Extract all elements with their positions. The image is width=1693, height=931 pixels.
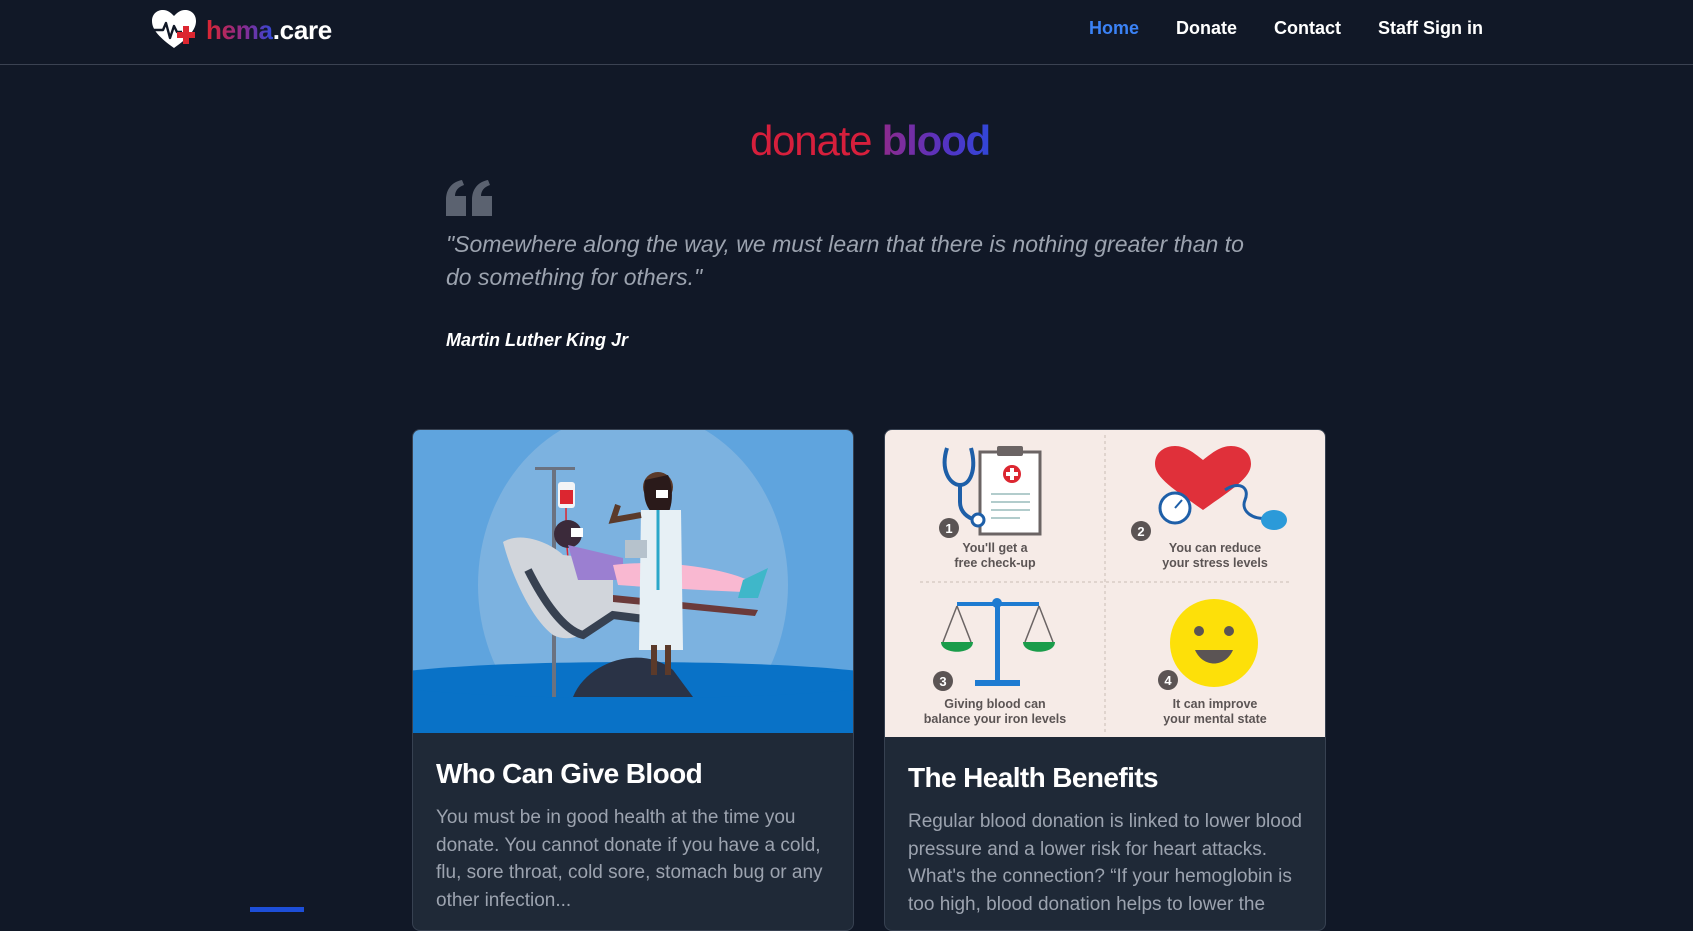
quote-mark-icon bbox=[446, 180, 492, 216]
blood-donation-illustration bbox=[413, 430, 853, 733]
benefit-label: your stress levels bbox=[1162, 556, 1268, 570]
card-who-can-give-blood[interactable]: Who Can Give Blood You must be in good h… bbox=[412, 429, 854, 931]
benefit-label: Giving blood can bbox=[944, 697, 1045, 711]
benefit-number: 1 bbox=[945, 521, 952, 536]
benefit-label: You can reduce bbox=[1169, 541, 1261, 555]
brand-name: hema.care bbox=[206, 14, 332, 45]
card-description: You must be in good health at the time y… bbox=[436, 807, 823, 911]
nav-staff-sign-in-link[interactable]: Staff Sign in bbox=[1378, 18, 1483, 39]
quote-author: Martin Luther King Jr bbox=[446, 330, 629, 350]
card-title: The Health Benefits bbox=[908, 762, 1159, 793]
heart-pulse-logo-icon bbox=[152, 10, 196, 48]
hero-title: donate blood bbox=[749, 117, 991, 164]
nav-contact-link[interactable]: Contact bbox=[1274, 18, 1341, 39]
benefit-label: You'll get a bbox=[962, 541, 1028, 555]
card-title: Who Can Give Blood bbox=[436, 758, 703, 789]
health-benefits-infographic: 1 You'll get a free check-up 2 You can r… bbox=[885, 430, 1325, 737]
benefit-label: It can improve bbox=[1173, 697, 1258, 711]
benefit-number: 2 bbox=[1137, 524, 1144, 539]
bottom-accent-bar bbox=[250, 907, 304, 912]
navbar: hema.care Home Donate Contact Staff Sign… bbox=[0, 0, 1693, 65]
card-description: Regular blood donation is linked to lowe… bbox=[908, 811, 1302, 915]
card-health-benefits[interactable]: 1 You'll get a free check-up 2 You can r… bbox=[884, 429, 1326, 931]
benefit-number: 3 bbox=[939, 674, 946, 689]
nav-donate-link[interactable]: Donate bbox=[1176, 18, 1237, 39]
nav-home-link[interactable]: Home bbox=[1089, 18, 1139, 39]
benefit-label: balance your iron levels bbox=[924, 712, 1066, 726]
benefit-label: free check-up bbox=[954, 556, 1036, 570]
benefit-number: 4 bbox=[1164, 673, 1172, 688]
benefit-label: your mental state bbox=[1163, 712, 1267, 726]
hero-quote: "Somewhere along the way, we must learn … bbox=[446, 231, 1244, 290]
main-nav: Home Donate Contact Staff Sign in bbox=[1089, 18, 1483, 39]
brand-logo[interactable]: hema.care bbox=[150, 8, 332, 52]
